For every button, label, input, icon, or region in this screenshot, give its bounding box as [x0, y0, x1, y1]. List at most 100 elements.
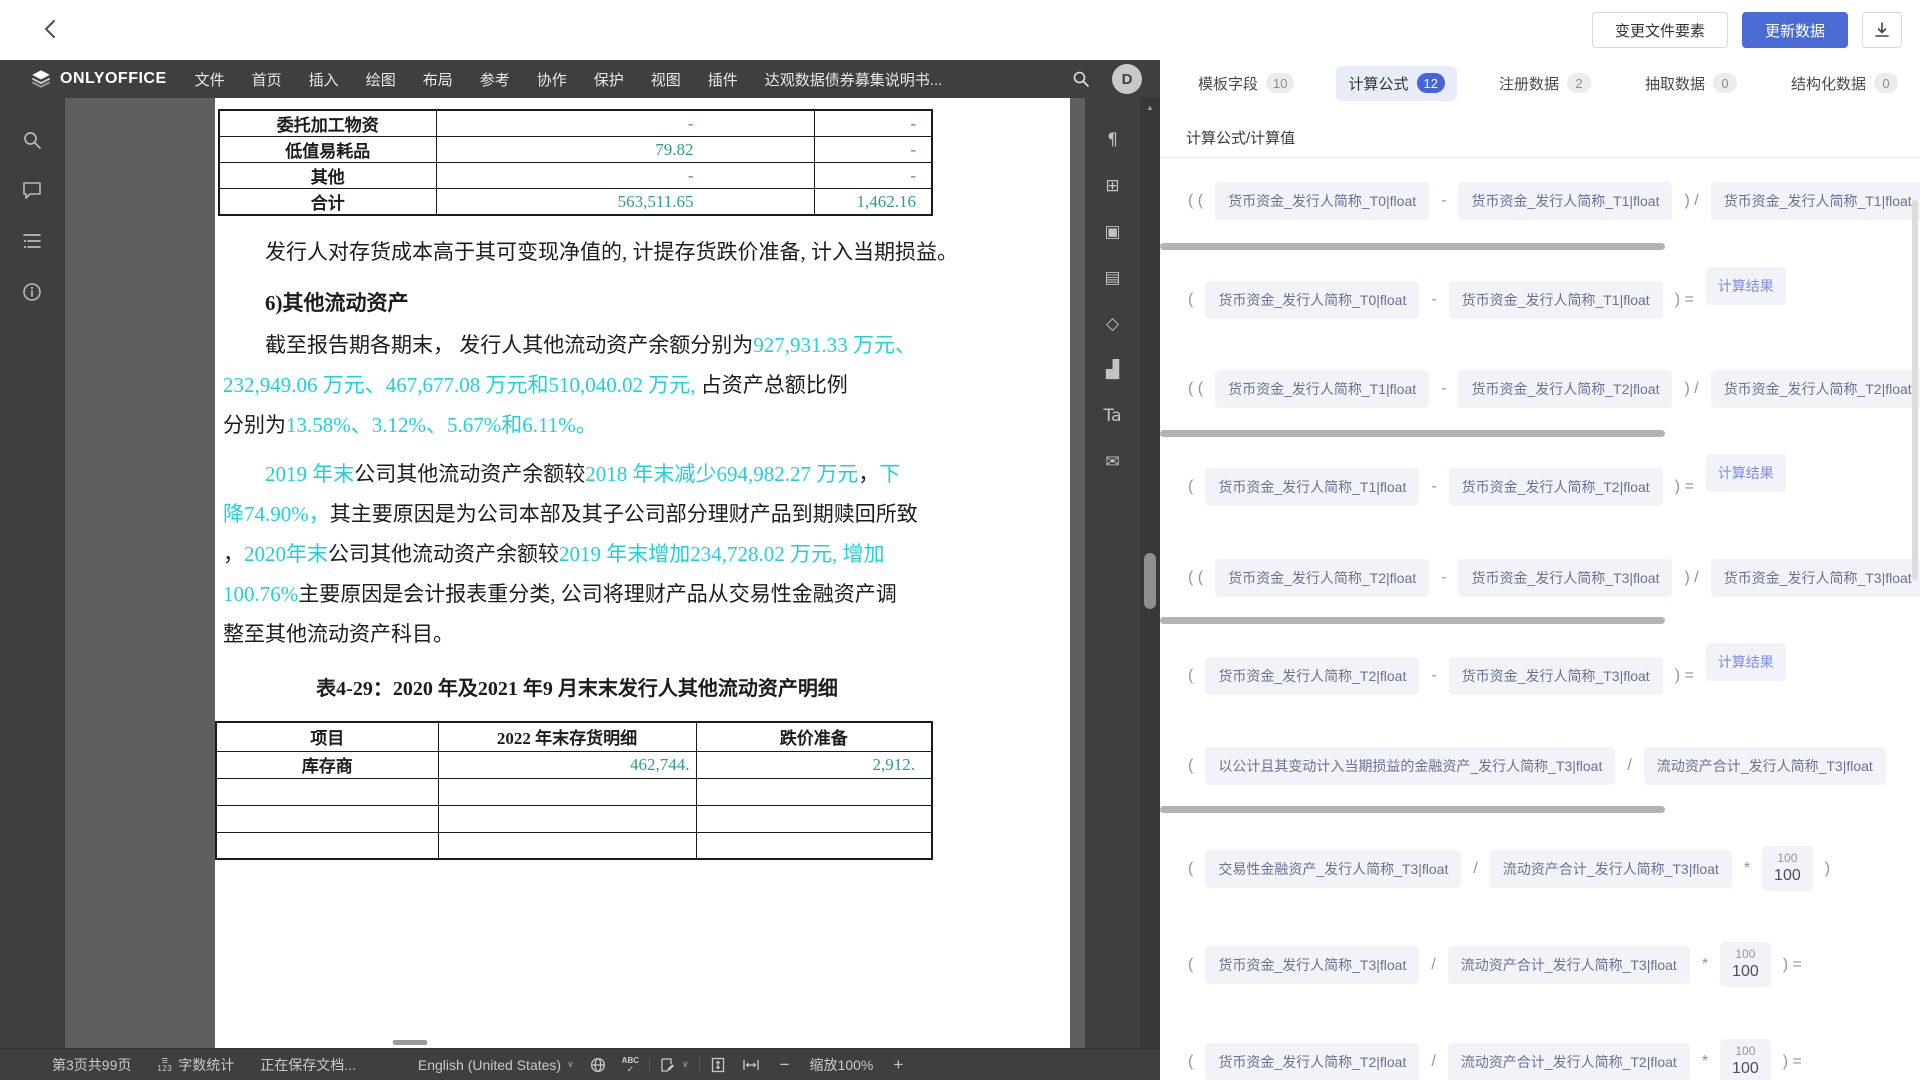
track-changes-control[interactable]: ∨ [660, 1057, 689, 1073]
field-chip[interactable]: 货币资金_发行人简称_T2|float [1711, 370, 1920, 408]
field-chip[interactable]: 流动资产合计_发行人简称_T3|float [1490, 850, 1732, 888]
field-chip[interactable]: 货币资金_发行人简称_T3|float [1711, 559, 1920, 597]
formula-token: / [1431, 956, 1435, 974]
menu-item[interactable]: 协作 [537, 69, 567, 90]
document-vertical-scrollbar[interactable]: ▲ [1140, 98, 1160, 1048]
doc-paragraph-line: 截至报告期各期末， 发行人其他流动资产余额分别为927,931.33 万元、 [223, 325, 935, 365]
field-chip[interactable]: 交易性金融资产_发行人简称_T3|float [1205, 850, 1461, 888]
row-label-cell: 库存商 [216, 751, 438, 778]
menu-item[interactable]: 保护 [594, 69, 624, 90]
chart-settings-icon[interactable]: ▟ [1093, 350, 1133, 390]
search-icon[interactable] [1072, 70, 1090, 88]
field-chip[interactable]: 流动资产合计_发行人简称_T2|float [1448, 1043, 1690, 1080]
fit-page-icon[interactable] [710, 1057, 726, 1073]
sidebar-info-icon[interactable] [12, 272, 52, 312]
formula-token: ( [1188, 291, 1193, 309]
formula-hscrollbar[interactable] [1160, 243, 1665, 250]
field-chip[interactable]: 货币资金_发行人简称_T2|float [1458, 370, 1672, 408]
horizontal-scrollbar-thumb[interactable] [393, 1040, 427, 1045]
field-chip[interactable]: 货币资金_发行人简称_T2|float [1215, 559, 1429, 597]
tab-label: 模板字段 [1198, 73, 1258, 94]
field-chip[interactable]: 货币资金_发行人简称_T0|float [1205, 281, 1419, 319]
download-button[interactable] [1862, 12, 1902, 48]
textart-settings-icon[interactable]: Ta [1093, 396, 1133, 436]
fraction-100-100[interactable]: 100 100 [1720, 1039, 1771, 1080]
back-icon[interactable] [36, 14, 66, 44]
field-chip[interactable]: 货币资金_发行人简称_T1|float [1458, 182, 1672, 220]
headerfooter-settings-icon[interactable]: ▤ [1093, 258, 1133, 298]
row-label-cell [216, 832, 438, 859]
field-chip[interactable]: 货币资金_发行人简称_T1|float [1215, 370, 1429, 408]
calc-result-chip[interactable]: 计算结果 [1706, 267, 1786, 305]
menu-item[interactable]: 参考 [480, 69, 510, 90]
image-settings-icon[interactable]: ▣ [1093, 212, 1133, 252]
zoom-out-button[interactable]: − [776, 1055, 794, 1075]
fraction-100-100[interactable]: 100 100 [1762, 846, 1813, 891]
formula-operator: ( [1188, 667, 1193, 685]
field-chip[interactable]: 货币资金_发行人简称_T3|float [1205, 946, 1419, 984]
menu-item[interactable]: 绘图 [366, 69, 396, 90]
menu-item[interactable]: 视图 [651, 69, 681, 90]
paragraph-settings-icon[interactable]: ¶ [1093, 120, 1133, 160]
divider [699, 1058, 700, 1072]
formula-hscrollbar[interactable] [1160, 806, 1665, 813]
table-settings-icon[interactable]: ⊞ [1093, 166, 1133, 206]
word-count[interactable]: ≡123 字数统计 [157, 1055, 234, 1075]
panel-tab[interactable]: 注册数据 2 [1487, 66, 1603, 101]
formula-hscrollbar[interactable] [1160, 430, 1665, 437]
update-data-button[interactable]: 更新数据 [1742, 12, 1848, 48]
menu-item[interactable]: 布局 [423, 69, 453, 90]
fit-width-icon[interactable] [742, 1057, 760, 1073]
formula-token: 100 100 [1720, 942, 1771, 987]
calc-result-chip[interactable]: 计算结果 [1706, 643, 1786, 681]
scroll-up-icon[interactable]: ▲ [1140, 98, 1160, 116]
panel-scrollbar-thumb[interactable] [1912, 200, 1918, 580]
fraction-100-100[interactable]: 100 100 [1720, 942, 1771, 987]
field-chip[interactable]: 流动资产合计_发行人简称_T3|float [1644, 747, 1886, 785]
field-chip[interactable]: 流动资产合计_发行人简称_T3|float [1448, 946, 1690, 984]
field-chip[interactable]: 货币资金_发行人简称_T2|float [1449, 468, 1663, 506]
panel-tab[interactable]: 模板字段 10 [1186, 66, 1306, 101]
formula-token: 流动资产合计_发行人简称_T2|float [1448, 1043, 1690, 1080]
field-chip[interactable]: 货币资金_发行人简称_T1|float [1711, 182, 1920, 220]
field-chip[interactable]: 货币资金_发行人简称_T3|float [1458, 559, 1672, 597]
document-language-icon[interactable] [590, 1057, 606, 1073]
menu-item[interactable]: 插件 [708, 69, 738, 90]
sidebar-search-icon[interactable] [12, 120, 52, 160]
document-page[interactable]: 委托加工物资 - - 低值易耗品 79.82 - 其他 - - 合计 563,5… [215, 98, 1070, 1048]
language-selector[interactable]: English (United States) ∨ [418, 1057, 574, 1073]
field-chip[interactable]: 货币资金_发行人简称_T0|float [1215, 182, 1429, 220]
menu-item[interactable]: 达观数据债券募集说明书... [765, 69, 943, 90]
vertical-scrollbar-thumb[interactable] [1144, 553, 1156, 609]
field-chip[interactable]: 货币资金_发行人简称_T1|float [1205, 468, 1419, 506]
table-row [216, 832, 932, 859]
shape-settings-icon[interactable]: ◇ [1093, 304, 1133, 344]
tab-count-badge: 10 [1266, 73, 1294, 93]
field-chip[interactable]: 以公计且其变动计入当期损益的金融资产_发行人简称_T3|float [1205, 747, 1615, 785]
formula-token: 货币资金_发行人简称_T0|float [1215, 182, 1429, 220]
zoom-level[interactable]: 缩放100% [810, 1055, 874, 1075]
field-chip[interactable]: 货币资金_发行人简称_T3|float [1449, 657, 1663, 695]
menu-item[interactable]: 首页 [252, 69, 282, 90]
calc-result-chip[interactable]: 计算结果 [1706, 454, 1786, 492]
spellcheck-icon[interactable]: ABC✓ [622, 1057, 639, 1073]
sidebar-navigation-icon[interactable] [12, 221, 52, 261]
panel-tab[interactable]: 结构化数据 0 [1779, 66, 1910, 101]
page-count[interactable]: 第3页共99页 [52, 1055, 131, 1075]
sidebar-comments-icon[interactable] [12, 170, 52, 210]
menu-item[interactable]: 插入 [309, 69, 339, 90]
menu-item[interactable]: 文件 [195, 69, 225, 90]
field-chip[interactable]: 货币资金_发行人简称_T2|float [1205, 1043, 1419, 1080]
panel-tab[interactable]: 抽取数据 0 [1633, 66, 1749, 101]
formula-token: - [1441, 192, 1446, 210]
avatar[interactable]: D [1112, 64, 1142, 94]
formula-hscrollbar[interactable] [1160, 617, 1665, 624]
formula-token: 货币资金_发行人简称_T2|float [1205, 657, 1419, 695]
panel-tab[interactable]: 计算公式 12 [1336, 66, 1456, 101]
mailmerge-icon[interactable]: ✉ [1093, 442, 1133, 482]
field-chip[interactable]: 货币资金_发行人简称_T2|float [1205, 657, 1419, 695]
formula-token: ) = [1783, 956, 1802, 974]
zoom-in-button[interactable]: + [889, 1055, 907, 1075]
change-document-elements-button[interactable]: 变更文件要素 [1592, 12, 1728, 48]
field-chip[interactable]: 货币资金_发行人简称_T1|float [1449, 281, 1663, 319]
